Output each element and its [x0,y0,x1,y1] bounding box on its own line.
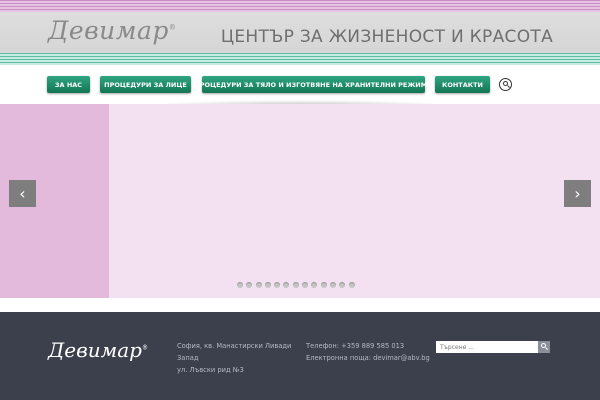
footer-search [436,341,550,353]
chevron-right-icon: › [574,184,581,203]
slider-dot[interactable] [237,282,243,288]
slider-dot[interactable] [320,282,327,288]
slider-dot[interactable] [348,282,355,288]
slider-dot[interactable] [302,282,309,288]
address-line-1: София, кв. Манастирски Ливади [177,342,292,350]
site-header: Девимар® ЦЕНТЪР ЗА ЖИЗНЕНОСТ И КРАСОТА [0,0,600,65]
registered-mark: ® [168,23,177,32]
nav-item-about[interactable]: ЗА НАС [47,76,90,93]
address-line-2: Запад [177,354,199,362]
slider-dot[interactable] [292,282,299,288]
hero-slider: ‹ › [0,104,600,298]
nav-item-face-procedures[interactable]: ПРОЦЕДУРИ ЗА ЛИЦЕ [100,76,191,93]
nav-item-contacts[interactable]: КОНТАКТИ [435,76,490,93]
footer-logo-text: Девимар [48,338,142,362]
slider-dot[interactable] [339,282,346,288]
search-icon[interactable] [499,78,512,91]
footer-email[interactable]: Електронна поща: devimar@abv.bg [306,352,430,364]
footer-phone: Телефон: +359 889 585 013 [306,342,405,350]
footer-search-button[interactable] [538,341,550,353]
footer-address: София, кв. Манастирски Ливади Запад ул. … [177,340,291,376]
slider-dot[interactable] [274,282,281,288]
site-tagline: ЦЕНТЪР ЗА ЖИЗНЕНОСТ И КРАСОТА [220,27,553,47]
nav-item-body-procedures[interactable]: ПРОЦЕДУРИ ЗА ТЯЛО И ИЗГОТВЯНЕ НА ХРАНИТЕ… [194,76,433,93]
site-footer: Девимар® София, кв. Манастирски Ливади З… [0,312,600,400]
slider-dot[interactable] [246,282,253,288]
slider-dot[interactable] [255,282,262,288]
slider-pagination [237,282,355,288]
slider-dot[interactable] [311,282,318,288]
header-bottom-stripe [0,53,600,65]
footer-contact: Телефон: +359 889 585 013 Електронна пощ… [306,340,430,364]
footer-registered-mark: ® [141,344,148,352]
chevron-left-icon: ‹ [19,184,26,203]
logo-text: Девимар [48,16,169,45]
main-navigation: ЗА НАС ПРОЦЕДУРИ ЗА ЛИЦЕ ПРОЦЕДУРИ ЗА ТЯ… [0,65,600,105]
slider-next-button[interactable]: › [564,180,591,207]
slider-prev-button[interactable]: ‹ [9,180,36,207]
address-line-3: ул. Лъвски рид №3 [177,366,244,374]
site-logo[interactable]: Девимар® [48,16,176,45]
spacer [0,298,600,312]
header-top-stripe [0,0,600,12]
slider-dot[interactable] [264,282,271,288]
footer-search-input[interactable] [436,341,538,353]
slider-dot[interactable] [283,282,290,288]
slider-dot[interactable] [329,282,336,288]
footer-logo[interactable]: Девимар® [48,338,148,362]
